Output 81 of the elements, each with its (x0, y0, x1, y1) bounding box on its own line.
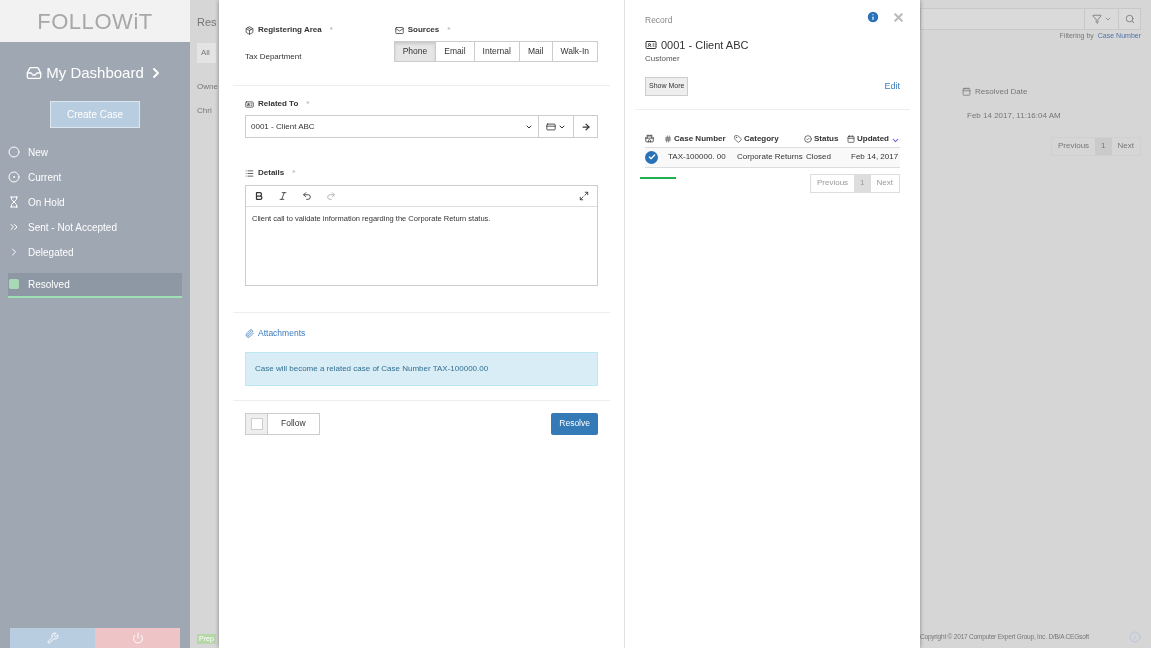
search-field[interactable] (920, 8, 1141, 30)
column-header: Resolved Date (975, 85, 1028, 98)
next-button[interactable]: Next (870, 174, 899, 192)
check-circle-icon (804, 134, 812, 143)
source-toggle[interactable]: Mail (518, 41, 553, 62)
source-toggle[interactable]: Phone (393, 41, 437, 62)
expand-icon[interactable] (579, 191, 589, 201)
caret-icon (1103, 15, 1112, 23)
tower-icon (645, 134, 654, 144)
field-label: Registering Area (258, 24, 322, 36)
tag-icon (734, 134, 742, 143)
column-header: Category (744, 132, 779, 145)
hourglass-icon (8, 196, 20, 208)
italic-icon[interactable] (278, 191, 288, 201)
filter-icon (1091, 14, 1102, 24)
sidebar-item[interactable]: Sent - Not Accepted (8, 214, 182, 240)
registering-area-value: Tax Department (245, 51, 303, 63)
wrench-icon (46, 632, 59, 644)
page-button[interactable]: 1 (854, 174, 871, 192)
column-header: Status (814, 132, 839, 145)
table-cell: Feb 14, 2017 (851, 151, 899, 164)
sidebar-item[interactable]: Current (8, 164, 182, 190)
checkbox[interactable] (246, 413, 268, 434)
close-icon[interactable] (892, 10, 905, 24)
circle-icon (8, 146, 20, 158)
search-icon (1124, 14, 1135, 24)
inbox-icon (26, 65, 43, 82)
next-button[interactable]: Next (1111, 137, 1140, 155)
calendar-icon (847, 134, 855, 143)
id-card-icon (245, 99, 254, 109)
square-icon (8, 278, 20, 290)
cube-icon (245, 25, 254, 35)
hash-icon (664, 134, 672, 143)
resolve-button[interactable]: Resolve (551, 412, 598, 435)
field-label: Details (258, 167, 285, 179)
source-toggle[interactable]: Email (435, 41, 475, 62)
required-mark: * (292, 167, 296, 179)
table-cell-text: TAX-100000. 00 (668, 151, 727, 164)
sidebar-item[interactable]: On Hold (8, 189, 182, 215)
filter-tab[interactable]: All (197, 42, 216, 63)
record-subtitle: Customer (645, 53, 681, 66)
table-cell-text: Corporate Returns (737, 151, 804, 164)
source-toggle[interactable]: Walk-In (551, 41, 598, 62)
envelope-icon (394, 25, 404, 35)
previous-button[interactable]: Previous (1051, 137, 1096, 155)
bold-icon[interactable] (254, 191, 264, 201)
record-title: 0001 - Client ABC (661, 37, 749, 53)
required-mark: * (447, 24, 451, 36)
sidebar-item[interactable]: New (8, 139, 182, 165)
required-mark: * (306, 98, 310, 110)
id-card-icon (645, 39, 657, 51)
table-cell-text: Chri (197, 104, 213, 117)
column-header: Case Number (674, 132, 726, 145)
follow-toggle[interactable]: Follow (245, 412, 320, 435)
page-button[interactable]: 1 (1095, 137, 1112, 155)
field-label: Sources (407, 24, 440, 36)
field-label: Related To (258, 98, 299, 110)
page-heading: Res (197, 15, 217, 30)
sidebar-item[interactable]: Delegated (8, 239, 182, 265)
power-icon (131, 632, 144, 644)
sidebar-item[interactable]: Resolved (8, 272, 182, 298)
attachments-link[interactable]: Attachments (258, 327, 306, 340)
calendar-icon (962, 87, 971, 96)
required-mark: * (329, 24, 333, 36)
table-cell-text: Closed (806, 151, 832, 164)
redo-icon[interactable] (326, 191, 336, 201)
edit-link[interactable]: Edit (884, 79, 900, 94)
table-cell-text: Feb 14 2017, 11:16:04 AM (966, 109, 1062, 122)
undo-icon[interactable] (302, 191, 312, 201)
info-message: Case will become a related case of Case Number TAX-100000.00 (245, 351, 598, 386)
column-header: Owne (197, 80, 219, 93)
source-toggle[interactable]: Internal (473, 41, 520, 62)
check-badge-icon[interactable] (645, 150, 658, 164)
column-header: Updated (857, 132, 889, 145)
dashboard-title[interactable]: My Dashboard (46, 62, 144, 85)
list-icon (245, 168, 254, 178)
dot-circle-icon (8, 171, 20, 183)
previous-button[interactable]: Previous (810, 174, 855, 192)
panel-heading: Record (645, 14, 673, 27)
logo: FOLLOWiT (37, 7, 153, 36)
double-chevron-icon (8, 221, 20, 233)
